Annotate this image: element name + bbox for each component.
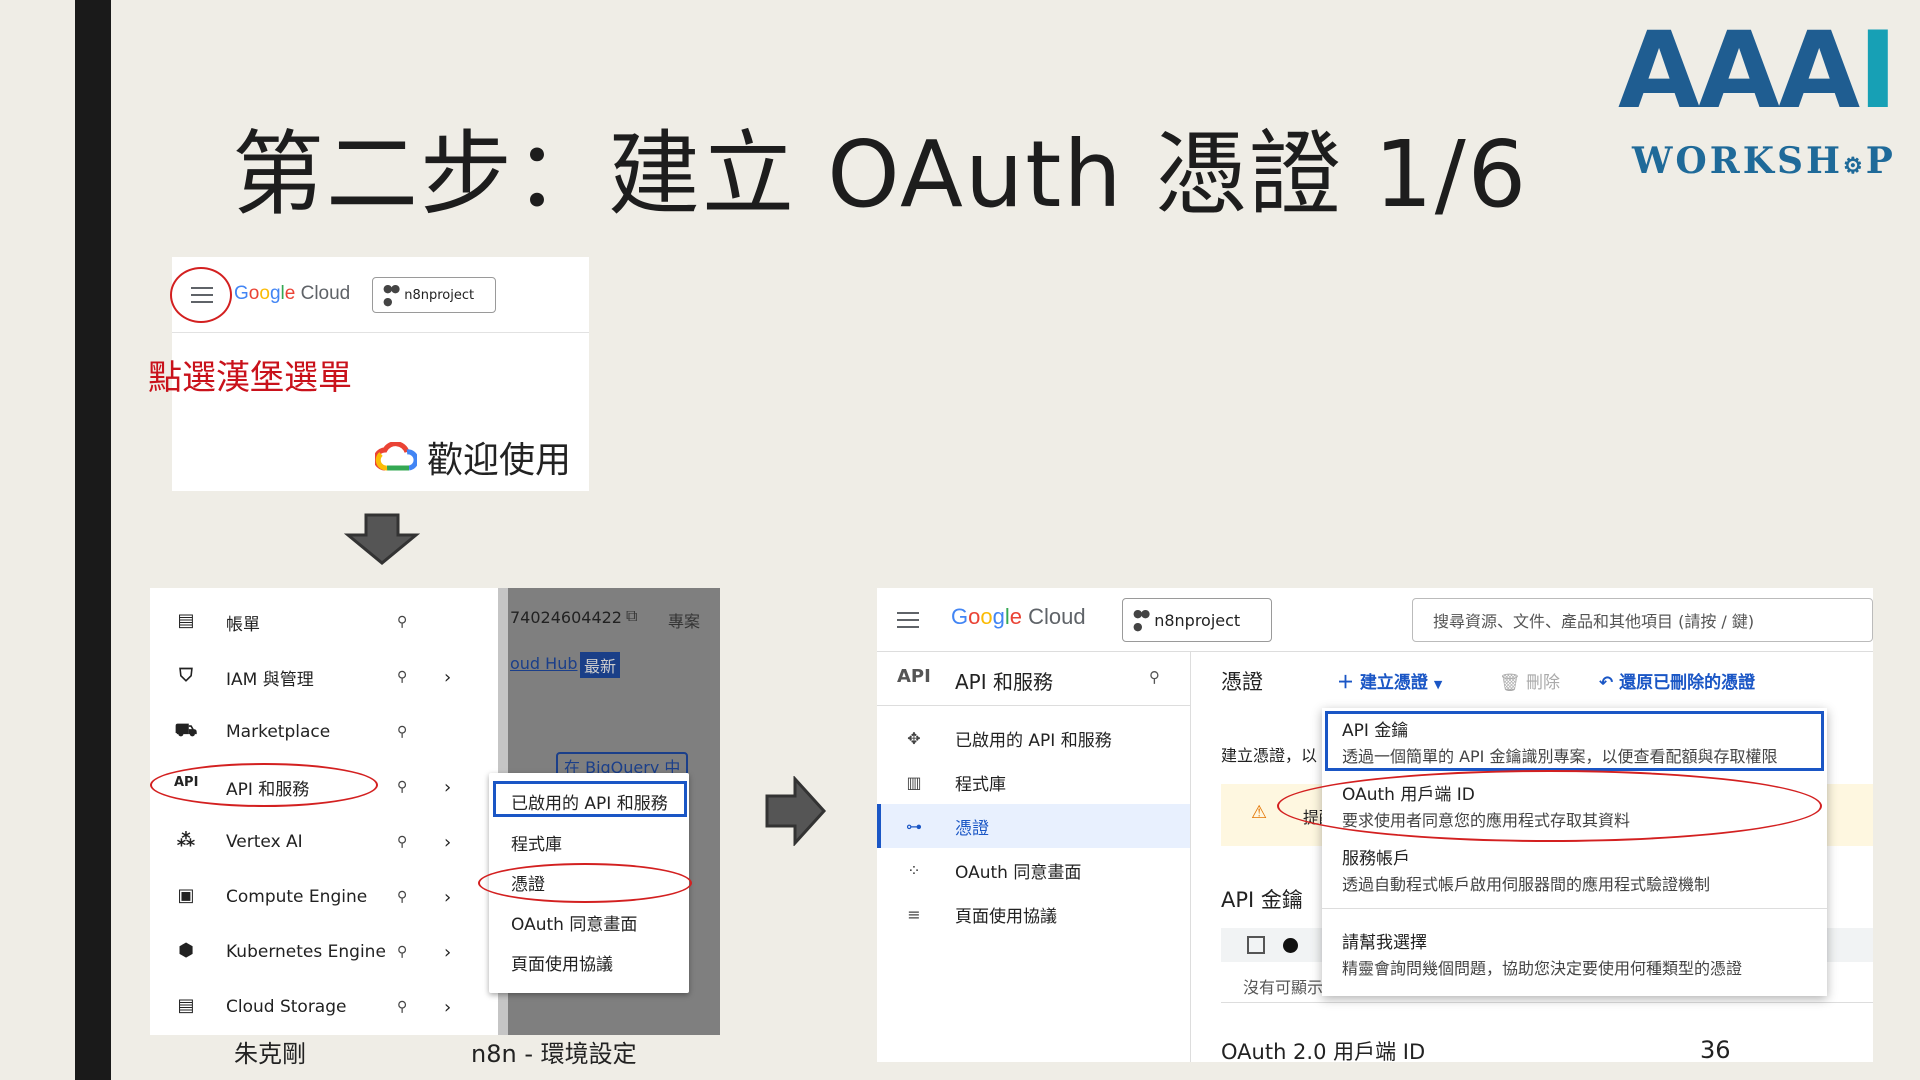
highlight-oval-oauth (1277, 770, 1822, 842)
menu-item-marketplace[interactable]: ⛟ Marketplace ⚲ (150, 706, 498, 758)
status-dot-icon (1283, 938, 1298, 953)
project-label: 專案 (668, 612, 701, 631)
page-title: 憑證 (1221, 670, 1263, 694)
chevron-right-icon: › (444, 776, 452, 798)
footer-author: 朱克剛 (234, 1040, 306, 1068)
restore-deleted-button[interactable]: ↶ 還原已刪除的憑證 (1599, 668, 1755, 693)
workshop-logo: WORKSH⚙P (1632, 140, 1896, 182)
chip-icon: ▣ (177, 885, 195, 906)
menu-item-iam[interactable]: ⛉ IAM 與管理 ⚲ › (150, 651, 498, 703)
aaai-logo: AAAI (1618, 9, 1898, 132)
pin-icon[interactable]: ⚲ (397, 724, 407, 740)
library-icon: ▥ (906, 772, 922, 792)
section-title: API 和服務 (955, 670, 1053, 694)
sidebar-item-credentials[interactable]: ⊶ 憑證 (877, 804, 1190, 848)
chevron-right-icon: › (444, 886, 452, 908)
google-cloud-logo: Google Cloud (234, 283, 351, 304)
storage-icon: ▤ (177, 995, 195, 1016)
vertex-icon: ⁂ (176, 830, 196, 851)
kubernetes-icon: ⬢ (178, 940, 194, 961)
highlight-oval-api (150, 763, 378, 807)
billing-icon: ▤ (177, 610, 195, 631)
empty-message: 沒有可顯示 (1243, 978, 1324, 997)
create-hint: 建立憑證，以 (1221, 746, 1318, 765)
pin-icon[interactable]: ⚲ (397, 669, 407, 685)
option-api-key[interactable]: API 金鑰 透過一個簡單的 API 金鑰識別專案，以便查看配額與存取權限 (1342, 716, 1778, 767)
menu-item-compute-engine[interactable]: ▣ Compute Engine ⚲ › (150, 871, 498, 923)
sidebar-header: API API 和服務 ⚲ (877, 652, 1190, 706)
sidebar-item-enabled-apis[interactable]: ✥ 已啟用的 API 和服務 (877, 716, 1190, 760)
settings-list-icon: ≡ (907, 904, 921, 924)
submenu-oauth-consent[interactable]: OAuth 同意畫面 (511, 910, 637, 935)
pin-icon[interactable]: ⚲ (397, 889, 407, 905)
highlight-oval-credentials (478, 863, 692, 903)
page-number: 36 (1700, 1036, 1731, 1064)
menu-item-cloud-storage[interactable]: ▤ Cloud Storage ⚲ › (150, 981, 498, 1033)
menu-item-vertex-ai[interactable]: ⁂ Vertex AI ⚲ › (150, 816, 498, 868)
gc-topbar: Google Cloud ●● ● n8nproject 搜尋資源、文件、產品和其… (877, 588, 1873, 652)
project-icon: ●● ● (1133, 607, 1150, 633)
google-cloud-icon (374, 442, 417, 471)
create-credentials-dropdown: API 金鑰 透過一個簡單的 API 金鑰識別專案，以便查看配額與存取權限 OA… (1322, 708, 1827, 996)
submenu-page-agreements[interactable]: 頁面使用協議 (511, 950, 613, 975)
hamburger-note: 點選漢堡選單 (148, 358, 352, 398)
nav-menu-items: ▤ 帳單 ⚲ ⛉ IAM 與管理 ⚲ › ⛟ Marketplace ⚲ API… (150, 588, 498, 1035)
plus-icon: ＋ (1337, 673, 1354, 693)
api-keys-heading: API 金鑰 (1221, 888, 1303, 912)
enabled-apis-icon: ✥ (907, 728, 921, 748)
submenu-library[interactable]: 程式庫 (511, 830, 562, 855)
pin-icon[interactable]: ⚲ (397, 999, 407, 1015)
option-service-account[interactable]: 服務帳戶 透過自動程式帳戶啟用伺服器間的應用程式驗證機制 (1342, 844, 1710, 895)
search-input[interactable]: 搜尋資源、文件、產品和其他項目 (請按 / 鍵) (1412, 598, 1873, 642)
copy-icon: ⧉ (626, 606, 638, 625)
select-all-checkbox[interactable] (1247, 936, 1265, 954)
cart-icon: ⛟ (174, 720, 198, 741)
delete-button[interactable]: 🗑 刪除 (1499, 668, 1560, 693)
hub-link: oud Hub (510, 654, 578, 673)
oauth-heading: OAuth 2.0 用戶端 ID (1221, 1040, 1426, 1062)
pin-icon[interactable]: ⚲ (397, 944, 407, 960)
caret-down-icon: ▼ (1433, 678, 1443, 691)
pin-icon[interactable]: ⚲ (1149, 668, 1160, 686)
project-number: 74024604422 (510, 608, 622, 627)
google-cloud-logo: Google Cloud (951, 604, 1086, 629)
sidebar-item-library[interactable]: ▥ 程式庫 (877, 760, 1190, 804)
consent-icon: ⁘ (907, 860, 921, 880)
project-icon: ●● ● (383, 282, 400, 308)
sidebar-item-oauth-consent[interactable]: ⁘ OAuth 同意畫面 (877, 848, 1190, 892)
chevron-right-icon: › (444, 831, 452, 853)
option-help-me-choose[interactable]: 請幫我選擇 精靈會詢問幾個問題，協助您決定要使用何種類型的憑證 (1342, 928, 1742, 979)
api-icon: API (897, 666, 931, 687)
create-credentials-button[interactable]: ＋ 建立憑證 ▼ (1337, 668, 1442, 693)
pin-icon[interactable]: ⚲ (397, 779, 407, 795)
pin-icon[interactable]: ⚲ (397, 834, 407, 850)
chevron-right-icon: › (444, 666, 452, 688)
sidebar-item-page-agreements[interactable]: ≡ 頁面使用協議 (877, 892, 1190, 936)
api-services-sidebar: API API 和服務 ⚲ ✥ 已啟用的 API 和服務 ▥ 程式庫 ⊶ 憑證 … (877, 652, 1191, 1062)
undo-icon: ↶ (1599, 673, 1614, 693)
slide-title: 第二步：建立 OAuth 憑證 1/6 (232, 121, 1529, 228)
project-selector[interactable]: ●● ● n8nproject (372, 277, 496, 313)
footer-topic: n8n - 環境設定 (471, 1040, 637, 1068)
left-accent-bar (75, 0, 111, 1080)
pin-icon[interactable]: ⚲ (397, 614, 407, 630)
right-arrow-icon (765, 776, 827, 846)
down-arrow-icon (344, 513, 420, 565)
chevron-right-icon: › (444, 996, 452, 1018)
trash-icon: 🗑 (1499, 673, 1521, 693)
hamburger-menu-icon[interactable] (897, 612, 919, 628)
welcome-text: 歡迎使用 (374, 431, 571, 483)
menu-item-kubernetes[interactable]: ⬢ Kubernetes Engine ⚲ › (150, 926, 498, 978)
chevron-right-icon: › (444, 941, 452, 963)
project-selector[interactable]: ●● ● n8nproject (1122, 598, 1272, 642)
gc-topbar: Google Cloud ●● ● n8nproject (170, 257, 589, 333)
new-badge: 最新 (580, 652, 621, 678)
submenu-enabled-apis[interactable]: 已啟用的 API 和服務 (511, 789, 668, 814)
warning-icon: ⚠ (1251, 802, 1268, 823)
shield-icon: ⛉ (179, 665, 193, 686)
highlight-circle (170, 267, 232, 323)
menu-item-billing[interactable]: ▤ 帳單 ⚲ (150, 596, 498, 648)
key-icon: ⊶ (906, 816, 922, 836)
